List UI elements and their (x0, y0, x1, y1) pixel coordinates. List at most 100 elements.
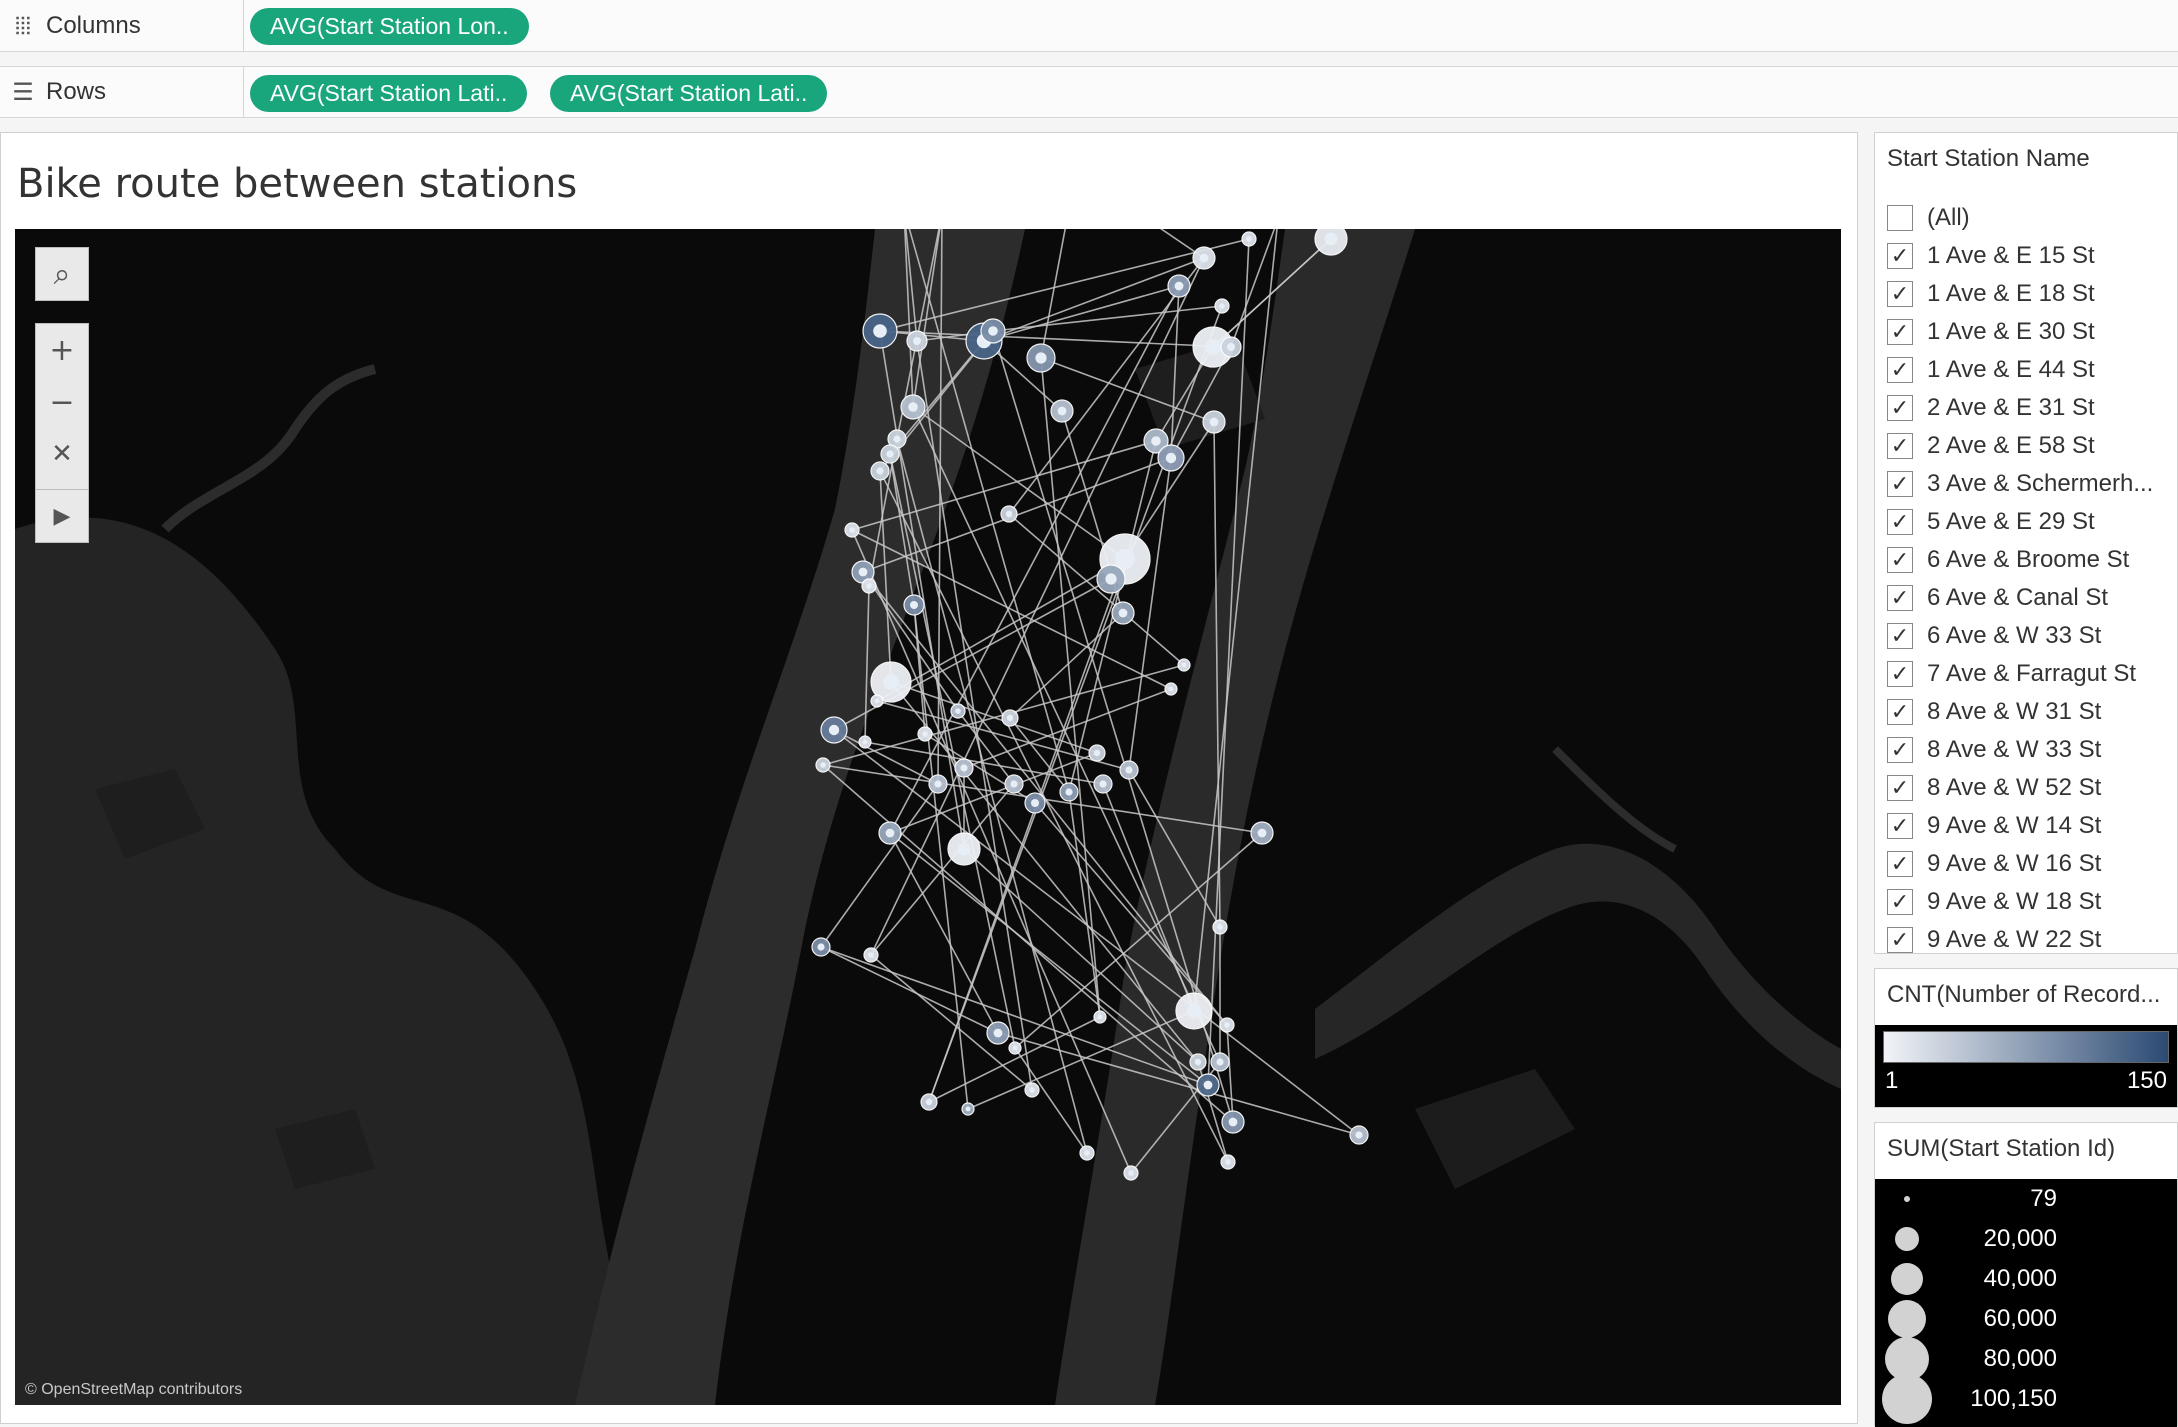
zoom-in-icon[interactable]: + (36, 324, 88, 376)
station-mark-center (993, 1028, 1003, 1038)
map-view[interactable]: ⌕ + − ✕ ▶ © OpenStreetMap contributors (15, 229, 1841, 1405)
checkbox-checked-icon[interactable]: ✓ (1887, 889, 1913, 915)
checkbox-checked-icon[interactable]: ✓ (1887, 433, 1913, 459)
checkbox-checked-icon[interactable]: ✓ (1887, 927, 1913, 953)
station-mark-center (874, 698, 880, 704)
station-mark-center (1209, 417, 1219, 427)
pin-clear-icon[interactable]: ✕ (36, 428, 88, 480)
color-legend: CNT(Number of Record... 1 150 (1874, 968, 2178, 1108)
station-mark-center (1228, 1117, 1238, 1127)
station-mark-center (866, 583, 872, 589)
checkbox-checked-icon[interactable]: ✓ (1887, 281, 1913, 307)
rows-icon: ☰ (12, 78, 34, 106)
zoom-out-icon[interactable]: − (36, 376, 88, 428)
station-mark-center (1225, 1159, 1231, 1165)
station-mark-center (1115, 549, 1135, 569)
filter-item-label: 8 Ave & W 33 St (1927, 736, 2102, 763)
size-legend-label: 20,000 (1983, 1225, 2057, 1252)
station-mark-center (1125, 766, 1133, 774)
route-line (870, 954, 1033, 1091)
station-mark-center (1216, 1058, 1224, 1066)
filter-item[interactable]: ✓ 8 Ave & W 33 St (1887, 731, 2101, 769)
filter-item-label: 2 Ave & E 31 St (1927, 394, 2095, 421)
station-mark-center (820, 762, 826, 768)
filter-item[interactable]: ✓ 6 Ave & Broome St (1887, 541, 2129, 579)
checkbox-unchecked-icon[interactable] (1887, 205, 1913, 231)
checkbox-checked-icon[interactable]: ✓ (1887, 547, 1913, 573)
filter-item[interactable]: ✓ 1 Ave & E 18 St (1887, 275, 2095, 313)
rows-pill-latitude-2[interactable]: AVG(Start Station Lati.. (550, 75, 828, 112)
map-canvas[interactable] (15, 229, 1841, 1405)
filter-item-label: 1 Ave & E 44 St (1927, 356, 2095, 383)
filter-item[interactable]: ✓ 8 Ave & W 52 St (1887, 769, 2101, 807)
checkbox-checked-icon[interactable]: ✓ (1887, 737, 1913, 763)
station-mark-center (1084, 1150, 1090, 1156)
columns-shelf: ⦙⦙⦙ Columns AVG(Start Station Lon.. (0, 0, 2178, 52)
checkbox-checked-icon[interactable]: ✓ (1887, 395, 1913, 421)
station-mark-center (1128, 1170, 1134, 1176)
station-mark-center (1324, 232, 1338, 246)
checkbox-checked-icon[interactable]: ✓ (1887, 357, 1913, 383)
station-mark-center (828, 724, 840, 736)
filter-item[interactable]: ✓ 1 Ave & E 44 St (1887, 351, 2095, 389)
filter-item-label: 9 Ave & W 16 St (1927, 850, 2102, 877)
size-legend-label: 79 (2030, 1185, 2057, 1212)
checkbox-checked-icon[interactable]: ✓ (1887, 243, 1913, 269)
route-line (992, 305, 1223, 332)
checkbox-checked-icon[interactable]: ✓ (1887, 585, 1913, 611)
filter-item-label: 9 Ave & W 14 St (1927, 812, 2102, 839)
checkbox-checked-icon[interactable]: ✓ (1887, 471, 1913, 497)
checkbox-checked-icon[interactable]: ✓ (1887, 319, 1913, 345)
filter-item[interactable]: (All) (1887, 199, 1970, 237)
checkbox-checked-icon[interactable]: ✓ (1887, 699, 1913, 725)
station-mark-center (1205, 339, 1221, 355)
station-mark-center (1219, 303, 1225, 309)
filter-item[interactable]: ✓ 9 Ave & W 18 St (1887, 883, 2101, 921)
play-icon[interactable]: ▶ (36, 490, 88, 542)
checkbox-checked-icon[interactable]: ✓ (1887, 509, 1913, 535)
filter-item[interactable]: ✓ 6 Ave & Canal St (1887, 579, 2108, 617)
worksheet-view: Bike route between stations ⌕ + − ✕ ▶ © … (0, 132, 1858, 1424)
checkbox-checked-icon[interactable]: ✓ (1887, 813, 1913, 839)
columns-shelf-label: ⦙⦙⦙ Columns (0, 0, 244, 51)
filter-item[interactable]: ✓ 5 Ave & E 29 St (1887, 503, 2095, 541)
checkbox-checked-icon[interactable]: ✓ (1887, 775, 1913, 801)
size-legend-body: 79 20,000 40,000 60,000 80,000 100,150 (1875, 1179, 2177, 1427)
map-play-control: ▶ (35, 489, 89, 543)
filter-item[interactable]: ✓ 6 Ave & W 33 St (1887, 617, 2101, 655)
station-mark-center (868, 952, 874, 958)
station-mark-center (910, 601, 918, 609)
filter-item[interactable]: ✓ 9 Ave & W 14 St (1887, 807, 2101, 845)
station-mark-center (925, 1098, 933, 1106)
filter-item-label: 8 Ave & W 31 St (1927, 698, 2102, 725)
size-legend-dot (1882, 1374, 1932, 1424)
filter-item[interactable]: ✓ 7 Ave & Farragut St (1887, 655, 2136, 693)
station-mark-center (873, 324, 887, 338)
filter-item[interactable]: ✓ 1 Ave & E 15 St (1887, 237, 2095, 275)
checkbox-checked-icon[interactable]: ✓ (1887, 623, 1913, 649)
filter-item-label: 2 Ave & E 58 St (1927, 432, 2095, 459)
filter-item[interactable]: ✓ 3 Ave & Schermerh... (1887, 465, 2153, 503)
filter-item[interactable]: ✓ 2 Ave & E 58 St (1887, 427, 2095, 465)
worksheet-title: Bike route between stations (17, 161, 578, 207)
station-mark-center (1257, 828, 1267, 838)
rows-pill-latitude-1[interactable]: AVG(Start Station Lati.. (250, 75, 528, 112)
filter-item[interactable]: ✓ 9 Ave & W 22 St (1887, 921, 2101, 959)
station-mark-center (817, 943, 825, 951)
filter-item[interactable]: ✓ 2 Ave & E 31 St (1887, 389, 2095, 427)
filter-item[interactable]: ✓ 8 Ave & W 31 St (1887, 693, 2101, 731)
filter-item[interactable]: ✓ 9 Ave & W 16 St (1887, 845, 2101, 883)
filter-item-label: 1 Ave & E 15 St (1927, 242, 2095, 269)
station-mark-center (885, 828, 895, 838)
checkbox-checked-icon[interactable]: ✓ (1887, 851, 1913, 877)
size-legend-dot (1904, 1196, 1910, 1202)
size-legend-entry: 40,000 (1875, 1259, 2177, 1299)
search-icon[interactable]: ⌕ (36, 248, 88, 300)
filter-item[interactable]: ✓ 1 Ave & E 30 St (1887, 313, 2095, 351)
filter-item-label: 9 Ave & W 22 St (1927, 926, 2102, 953)
station-mark-center (908, 402, 918, 412)
route-line (1128, 457, 1172, 771)
columns-pill-longitude[interactable]: AVG(Start Station Lon.. (250, 8, 529, 45)
station-mark-center (960, 764, 968, 772)
checkbox-checked-icon[interactable]: ✓ (1887, 661, 1913, 687)
